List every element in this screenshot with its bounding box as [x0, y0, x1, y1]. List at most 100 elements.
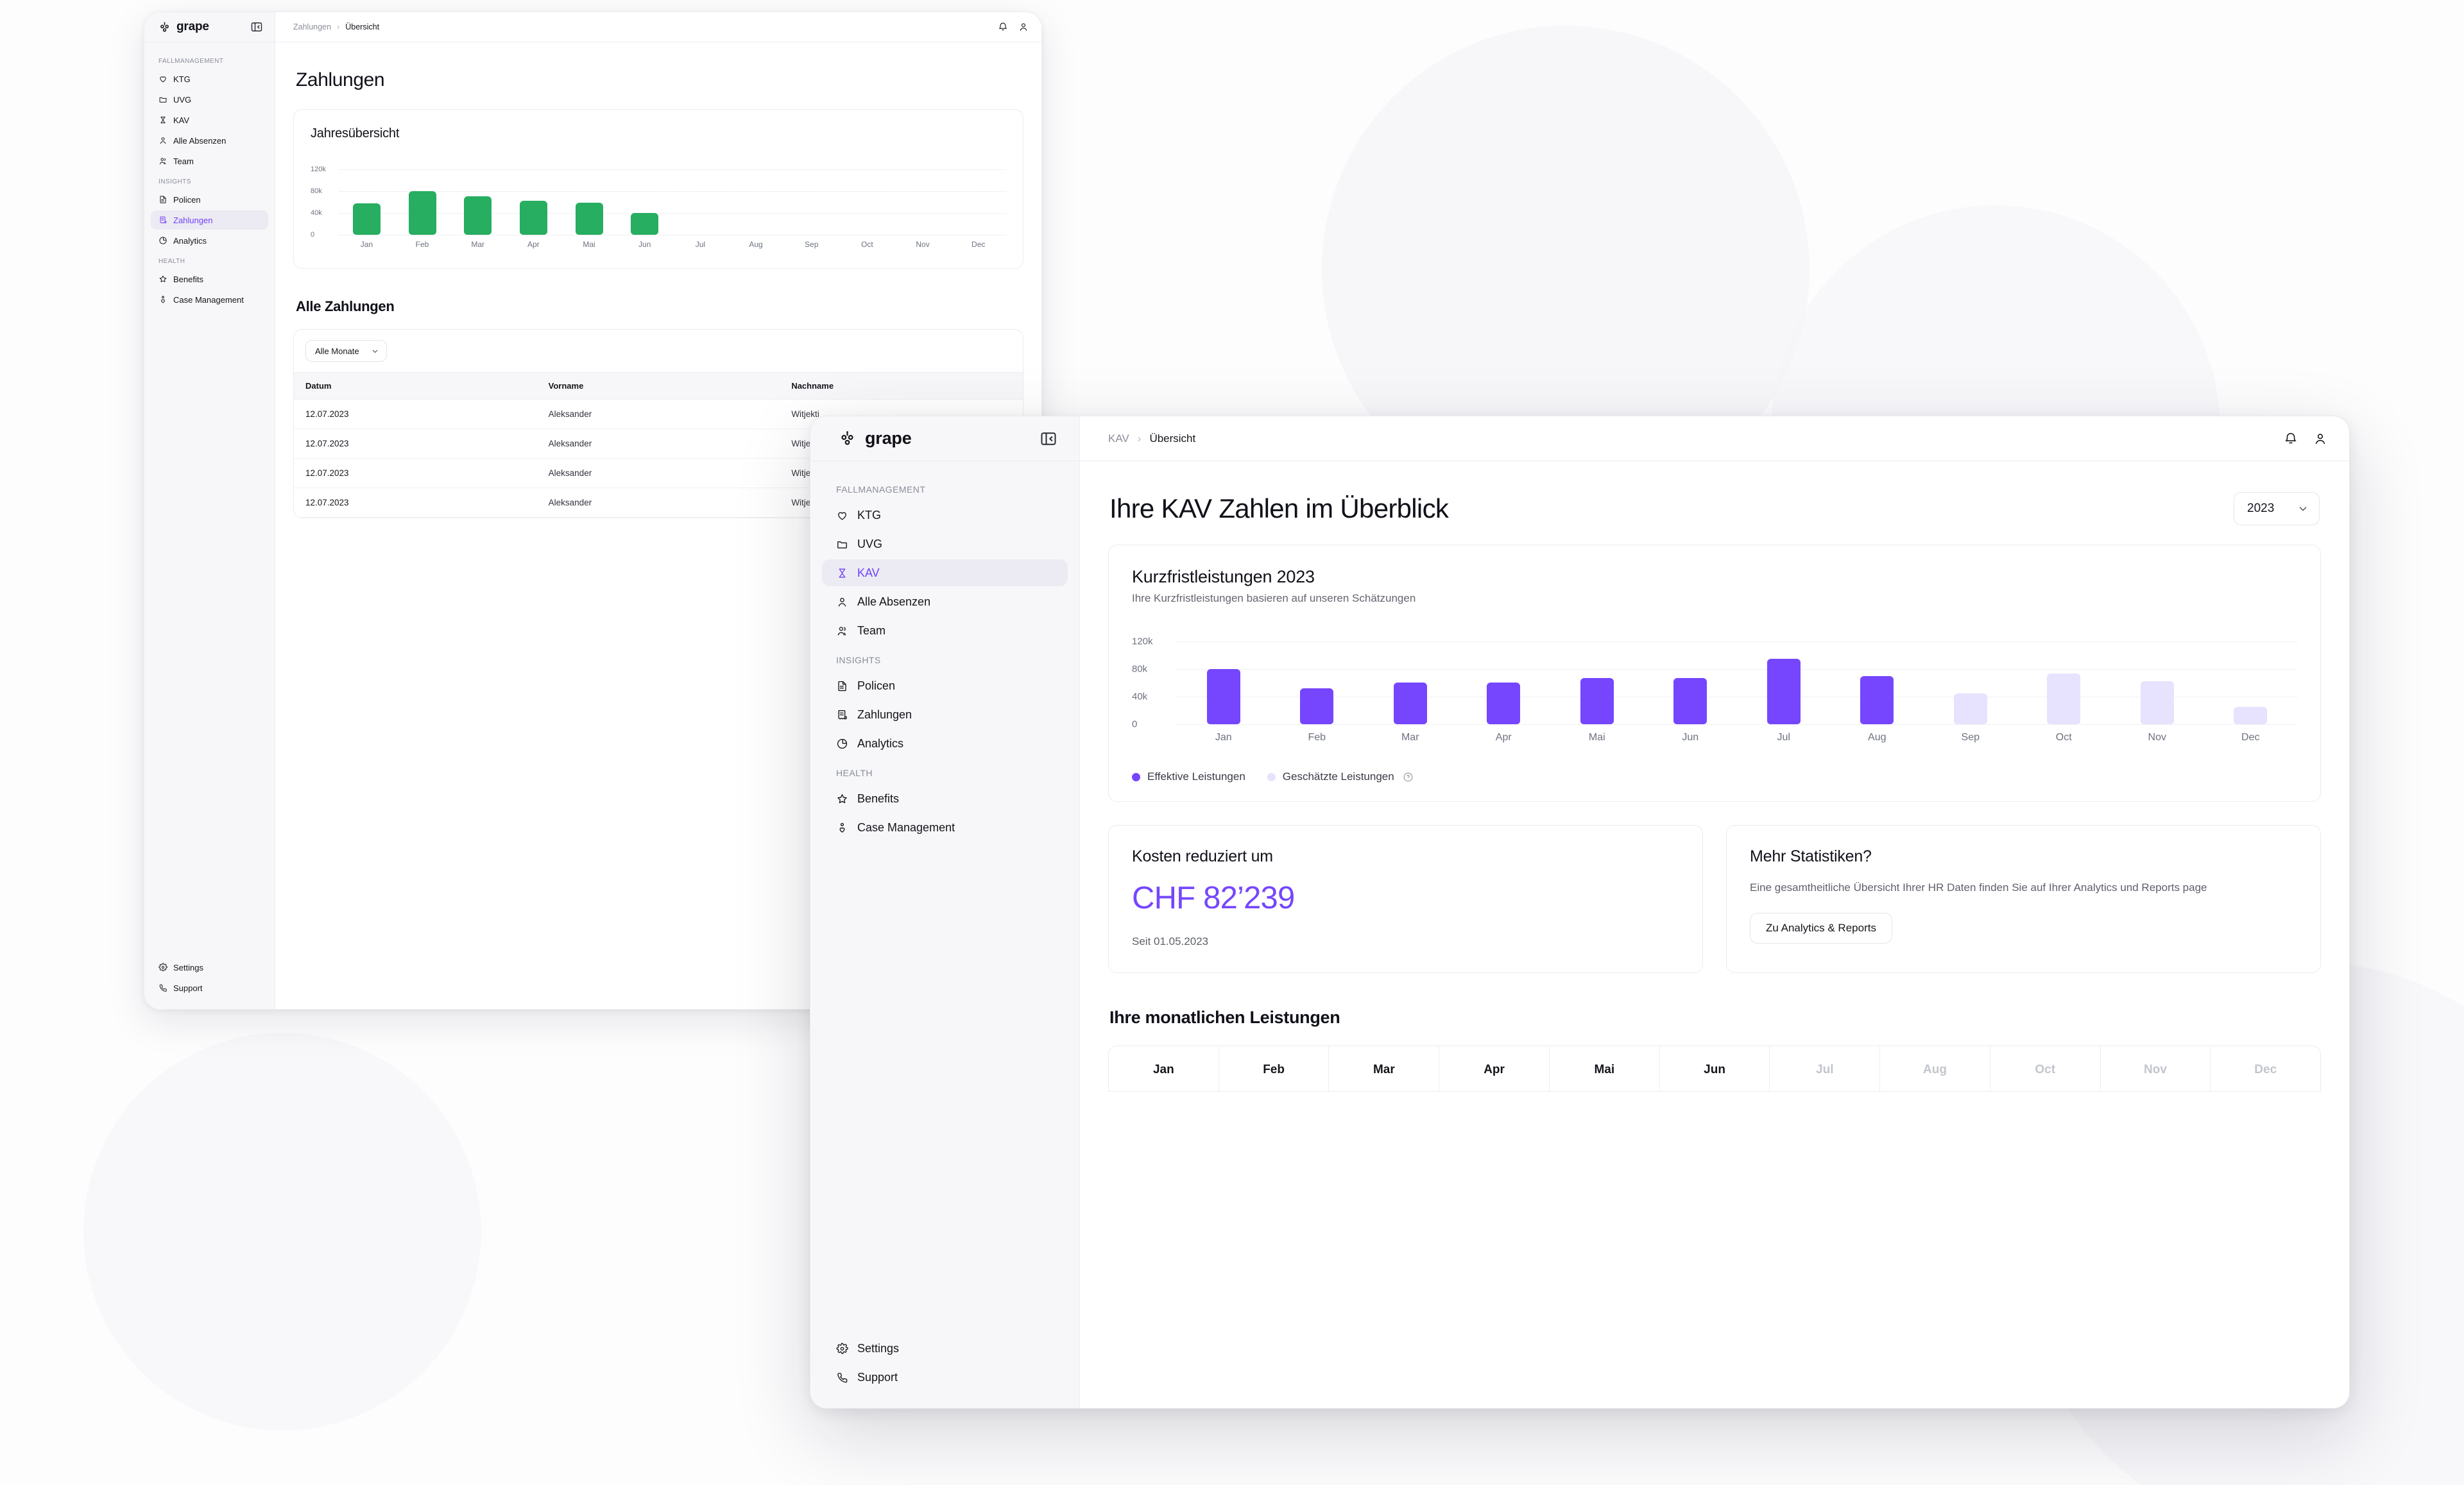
user-account-icon[interactable] — [1018, 22, 1029, 32]
breadcrumb-separator-icon: › — [1138, 432, 1142, 445]
breadcrumb-separator-icon: › — [337, 22, 339, 31]
chart-y-tick: 80k — [1132, 663, 1147, 674]
table-column-header[interactable]: Datum — [294, 373, 537, 400]
notifications-bell-icon[interactable] — [998, 22, 1008, 32]
sidebar-item-benefits[interactable]: Benefits — [151, 269, 268, 289]
sidebar-item-support[interactable]: Support — [151, 978, 268, 997]
sidebar-item-analytics[interactable]: Analytics — [151, 231, 268, 250]
chart-bar-column — [1270, 634, 1364, 724]
sidebar-item-support[interactable]: Support — [822, 1364, 1068, 1391]
chart-x-tick: Jul — [672, 240, 728, 249]
sidebar-item-uvg[interactable]: UVG — [822, 530, 1068, 557]
sidebar-item-alle-absenzen[interactable]: Alle Absenzen — [822, 588, 1068, 615]
table-column-header[interactable]: Vorname — [537, 373, 780, 400]
hourglass-icon — [836, 567, 848, 579]
chart-y-tick: 40k — [311, 209, 322, 217]
main-pane: KAV › Übersicht — [1080, 416, 2349, 1408]
sidebar-item-analytics[interactable]: Analytics — [822, 730, 1068, 757]
month-tab-dec[interactable]: Dec — [2211, 1046, 2320, 1091]
sidebar-item-benefits[interactable]: Benefits — [822, 785, 1068, 812]
chart-bar-column — [1737, 634, 1831, 724]
sidebar-bottom-nav: SettingsSupport — [810, 1335, 1079, 1408]
month-tab-mai[interactable]: Mai — [1550, 1046, 1660, 1091]
chart-bar[interactable] — [1767, 659, 1801, 724]
year-select[interactable]: 2023 — [2234, 492, 2320, 525]
chart-bar[interactable] — [1860, 676, 1894, 724]
breadcrumb-parent[interactable]: Zahlungen — [293, 22, 331, 31]
chart-bar[interactable] — [464, 196, 492, 235]
month-tab-feb[interactable]: Feb — [1219, 1046, 1330, 1091]
help-icon[interactable] — [1403, 772, 1414, 783]
sidebar-item-label: Case Management — [173, 295, 244, 305]
month-tab-oct[interactable]: Oct — [1990, 1046, 2101, 1091]
month-tab-apr[interactable]: Apr — [1439, 1046, 1550, 1091]
chart-bar[interactable] — [1487, 683, 1520, 724]
month-tab-jul[interactable]: Jul — [1770, 1046, 1880, 1091]
chart-x-tick: Apr — [506, 240, 561, 249]
month-tab-jan[interactable]: Jan — [1109, 1046, 1219, 1091]
heart-person-icon — [158, 295, 167, 304]
chart-bar[interactable] — [2234, 707, 2267, 724]
chart-x-labels: JanFebMarAprMaiJunJulAugSepOctNovDec — [339, 240, 1006, 249]
chart-bar[interactable] — [1207, 669, 1240, 724]
sidebar-item-uvg[interactable]: UVG — [151, 90, 268, 109]
chart-x-tick: Dec — [2204, 732, 2298, 743]
notifications-bell-icon[interactable] — [2284, 432, 2298, 446]
chart-bar-column — [895, 164, 951, 235]
month-tab-nov[interactable]: Nov — [2101, 1046, 2211, 1091]
chart-bar[interactable] — [1673, 678, 1707, 724]
table-cell: Aleksander — [537, 459, 780, 488]
table-header-row: DatumVornameNachname — [294, 373, 1023, 400]
chart-x-tick: Sep — [1924, 732, 2017, 743]
chart-bar[interactable] — [2047, 674, 2080, 724]
chart-bar-column — [617, 164, 672, 235]
breadcrumb-parent[interactable]: KAV — [1108, 432, 1129, 445]
chart-bar[interactable] — [1394, 683, 1427, 724]
go-to-analytics-button[interactable]: Zu Analytics & Reports — [1750, 913, 1892, 944]
user-account-icon[interactable] — [2313, 432, 2327, 446]
chart-x-tick: Jun — [1644, 732, 1738, 743]
sidebar-item-case-management[interactable]: Case Management — [151, 290, 268, 309]
sidebar-item-policen[interactable]: Policen — [822, 672, 1068, 699]
sidebar-item-kav[interactable]: KAV — [822, 559, 1068, 586]
chart-bar[interactable] — [1954, 693, 1987, 724]
sidebar-item-label: Benefits — [857, 792, 899, 806]
table-column-header[interactable]: Nachname — [780, 373, 1023, 400]
phone-icon — [158, 983, 167, 992]
chart-bar[interactable] — [409, 191, 436, 235]
chart-bar-column — [839, 164, 895, 235]
sidebar-item-kav[interactable]: KAV — [151, 110, 268, 130]
chart-bar[interactable] — [576, 203, 603, 235]
sidebar-item-ktg[interactable]: KTG — [151, 69, 268, 89]
chart-bar[interactable] — [631, 213, 658, 235]
collapse-sidebar-icon[interactable] — [250, 21, 263, 33]
sidebar-group-label: HEALTH — [158, 258, 268, 265]
chart-bar[interactable] — [520, 201, 547, 235]
sidebar-item-zahlungen[interactable]: Zahlungen — [822, 701, 1068, 728]
chart-bar[interactable] — [353, 203, 381, 235]
month-tab-jun[interactable]: Jun — [1660, 1046, 1770, 1091]
sidebar-item-settings[interactable]: Settings — [822, 1335, 1068, 1362]
sidebar-item-settings[interactable]: Settings — [151, 958, 268, 977]
chart-bar[interactable] — [2141, 681, 2174, 724]
month-filter-select[interactable]: Alle Monate — [305, 340, 387, 362]
chart-bar[interactable] — [1580, 678, 1614, 724]
sidebar-item-case-management[interactable]: Case Management — [822, 814, 1068, 841]
chart-bar[interactable] — [1300, 688, 1333, 724]
chart-x-tick: Nov — [2110, 732, 2204, 743]
sidebar-item-label: KAV — [857, 566, 880, 580]
sidebar-item-policen[interactable]: Policen — [151, 190, 268, 209]
month-tab-mar[interactable]: Mar — [1329, 1046, 1439, 1091]
sidebar-nav: FALLMANAGEMENTKTGUVGKAVAlle AbsenzenTeam… — [810, 461, 1079, 1335]
chart-bar-column — [1831, 634, 1924, 724]
sidebar-item-team[interactable]: Team — [151, 151, 268, 171]
sidebar-item-team[interactable]: Team — [822, 617, 1068, 644]
star-icon — [836, 793, 848, 805]
sidebar-item-zahlungen[interactable]: Zahlungen — [151, 210, 268, 230]
collapse-sidebar-icon[interactable] — [1040, 430, 1057, 448]
sidebar-item-alle-absenzen[interactable]: Alle Absenzen — [151, 131, 268, 150]
chart-x-tick: Jan — [339, 240, 395, 249]
chart-bar-column — [561, 164, 617, 235]
month-tab-aug[interactable]: Aug — [1880, 1046, 1990, 1091]
sidebar-item-ktg[interactable]: KTG — [822, 502, 1068, 529]
